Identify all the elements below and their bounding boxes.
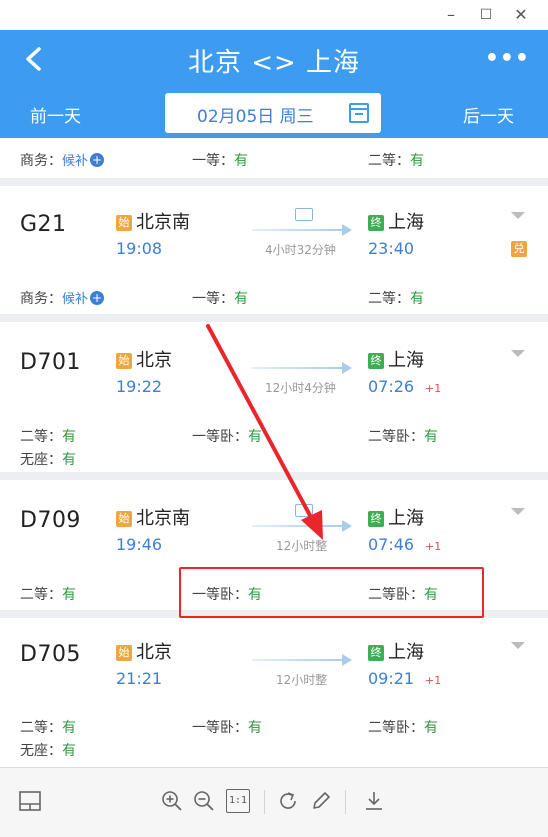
- app-header: 北京 <> 上海 ••• 前一天 02月05日 周三 后一天: [0, 30, 548, 138]
- actual-size-icon[interactable]: 1:1: [226, 789, 250, 813]
- minimize-button[interactable]: –: [440, 4, 462, 26]
- viewer-toolbar: 1:1: [0, 767, 548, 837]
- calendar-icon: [349, 103, 369, 123]
- panel-icon[interactable]: [18, 789, 42, 813]
- close-button[interactable]: ✕: [510, 4, 532, 26]
- ellipsis-icon[interactable]: •••: [485, 46, 530, 71]
- toolbar-divider: [345, 790, 346, 814]
- toolbar-divider: [264, 790, 265, 814]
- next-day-button[interactable]: 后一天: [463, 102, 514, 127]
- zoom-out-icon[interactable]: [192, 789, 216, 813]
- maximize-button[interactable]: ☐: [475, 4, 497, 26]
- prev-day-button[interactable]: 前一天: [30, 102, 81, 127]
- window-titlebar: – ☐ ✕: [0, 0, 548, 30]
- annotation-arrow-icon: [206, 324, 323, 540]
- date-text: 02月05日 周三: [197, 107, 314, 127]
- rotate-icon[interactable]: [276, 789, 300, 813]
- date-picker[interactable]: 02月05日 周三: [165, 93, 381, 133]
- page-title: 北京 <> 上海: [187, 48, 361, 78]
- zoom-in-icon[interactable]: [160, 789, 184, 813]
- edit-icon[interactable]: [309, 789, 333, 813]
- download-icon[interactable]: [362, 789, 386, 813]
- train-list: 商务：候补 + 一等：有 二等：有 G21 始北京南 19:08 4小时32分钟 …: [0, 138, 548, 767]
